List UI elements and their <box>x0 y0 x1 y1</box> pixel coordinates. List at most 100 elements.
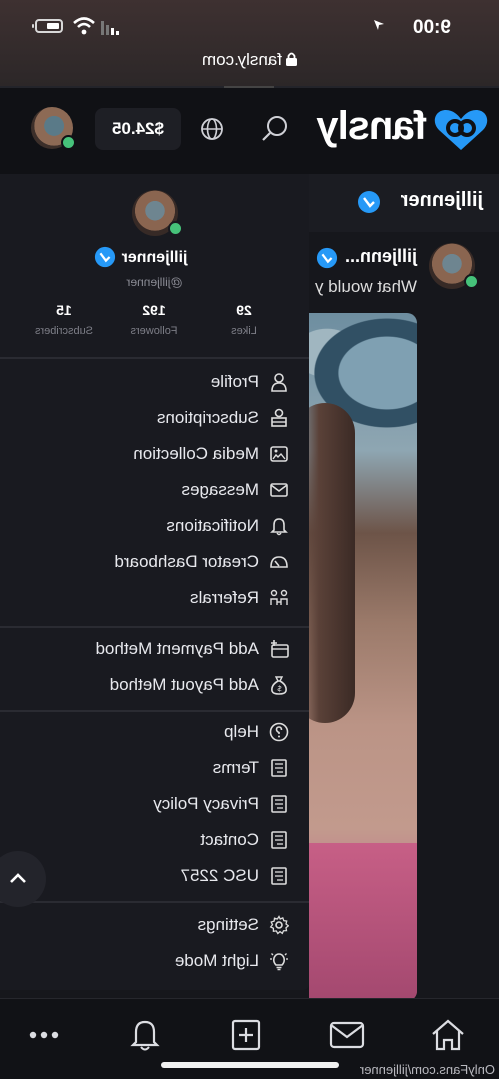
menu-item-label: Terms <box>212 758 259 777</box>
menu-item-add-payout-method[interactable]: $ Add Payout Method <box>0 667 309 703</box>
divider <box>0 901 309 903</box>
side-drawer: jilljenner @jilljenner 29 Likes 192 Foll… <box>0 174 309 990</box>
globe-icon[interactable] <box>200 117 224 141</box>
card-add-icon <box>271 640 289 658</box>
status-time: 9:00 <box>412 17 451 38</box>
signal-icon <box>101 21 119 35</box>
online-status-dot <box>168 221 183 236</box>
svg-text:$: $ <box>277 684 282 693</box>
drawer-avatar[interactable] <box>132 190 183 236</box>
bell-icon[interactable] <box>125 1018 165 1052</box>
money-bag-icon: $ <box>271 676 287 695</box>
status-bar <box>0 0 499 86</box>
fansly-logo-text[interactable]: fansly <box>317 104 427 149</box>
envelope-icon <box>270 483 288 497</box>
drawer-handle: @jilljenner <box>126 275 183 289</box>
stat-value: 192 <box>142 302 166 318</box>
verified-badge-icon <box>94 246 116 268</box>
help-icon <box>269 722 289 742</box>
menu-item-contact[interactable]: Contact <box>0 822 309 858</box>
home-icon[interactable] <box>428 1018 468 1052</box>
menu-item-label: USC 2257 <box>180 866 259 885</box>
document-icon <box>271 795 287 813</box>
menu-item-media-collection[interactable]: Media Collection <box>0 436 309 472</box>
menu-item-referrals[interactable]: Referrals <box>0 580 309 616</box>
menu-item-label: Light Mode <box>174 951 259 970</box>
bell-icon <box>270 518 288 536</box>
referrals-icon <box>270 589 288 605</box>
divider <box>0 710 309 712</box>
create-post-icon[interactable] <box>226 1018 266 1052</box>
home-indicator[interactable] <box>161 1062 339 1068</box>
post-avatar[interactable] <box>429 243 479 289</box>
post-image[interactable] <box>309 313 417 1001</box>
menu-item-terms[interactable]: Terms <box>0 750 309 786</box>
verified-badge-icon <box>358 191 380 213</box>
menu-item-privacy-policy[interactable]: Privacy Policy <box>0 786 309 822</box>
stat-value: 29 <box>236 302 252 318</box>
stat-followers[interactable]: 192 Followers <box>109 302 199 337</box>
balance-button[interactable]: $24.05 <box>95 108 181 150</box>
gear-icon <box>269 915 289 935</box>
menu-item-usc-2257[interactable]: USC 2257 <box>0 858 309 894</box>
menu-item-label: Contact <box>200 830 259 849</box>
menu-item-label: Settings <box>197 915 259 934</box>
menu-item-label: Messages <box>181 480 259 499</box>
header-divider <box>0 86 499 88</box>
post-caption: What would y <box>314 277 417 296</box>
menu-item-light-mode[interactable]: Light Mode <box>0 943 309 979</box>
menu-item-label: Add Payment Method <box>95 639 259 658</box>
divider <box>0 357 309 359</box>
subscriptions-icon <box>271 408 287 427</box>
stat-value: 15 <box>56 302 72 318</box>
battery-icon <box>35 19 63 33</box>
watermark-url: OnlyFans.com/jilljenner <box>359 1062 495 1077</box>
header-avatar[interactable] <box>31 107 76 150</box>
dashboard-icon <box>270 556 288 568</box>
divider <box>0 626 309 628</box>
online-status-dot <box>464 274 479 289</box>
stat-likes[interactable]: 29 Likes <box>199 302 289 337</box>
wifi-icon <box>73 17 95 35</box>
user-icon <box>271 373 287 392</box>
menu-item-creator-dashboard[interactable]: Creator Dashboard <box>0 544 309 580</box>
lock-icon <box>286 52 297 66</box>
search-icon[interactable] <box>261 114 289 142</box>
lightbulb-icon <box>270 953 288 971</box>
page: 9:00 fansly.com fansly $24.05 jilljenner… <box>0 0 499 1079</box>
stat-subscribers[interactable]: 15 Subscribers <box>19 302 109 337</box>
online-status-dot <box>61 135 76 150</box>
menu-item-label: Notifications <box>166 516 259 535</box>
document-icon <box>271 759 287 777</box>
stat-label: Likes <box>231 325 257 337</box>
menu-item-label: Creator Dashboard <box>114 552 259 571</box>
location-arrow-icon <box>374 20 384 30</box>
document-icon <box>271 831 287 849</box>
menu-item-label: Media Collection <box>133 444 259 463</box>
menu-item-settings[interactable]: Settings <box>0 907 309 943</box>
menu-item-label: Subscriptions <box>156 408 259 427</box>
more-dots-icon[interactable] <box>24 1018 64 1052</box>
menu-item-subscriptions[interactable]: Subscriptions <box>0 400 309 436</box>
document-icon <box>271 867 287 885</box>
verified-badge-icon <box>316 247 338 269</box>
menu-item-notifications[interactable]: Notifications <box>0 508 309 544</box>
menu-item-label: Profile <box>210 372 259 391</box>
post-author-name[interactable]: jilljenn... <box>345 246 417 267</box>
envelope-icon[interactable] <box>327 1018 367 1052</box>
stat-label: Subscribers <box>34 325 94 337</box>
chevron-up-icon <box>10 873 26 883</box>
mirrored-screen: 9:00 fansly.com fansly $24.05 jilljenner… <box>0 0 499 1079</box>
menu-item-label: Help <box>224 722 259 741</box>
menu-item-add-payment-method[interactable]: Add Payment Method <box>0 631 309 667</box>
balance-amount: $24.05 <box>112 119 164 138</box>
menu-item-label: Add Payout Method <box>109 675 259 694</box>
menu-item-label: Referrals <box>190 588 259 607</box>
menu-item-help[interactable]: Help <box>0 714 309 750</box>
menu-item-profile[interactable]: Profile <box>0 364 309 400</box>
fansly-logo-icon[interactable] <box>431 106 491 154</box>
menu-item-messages[interactable]: Messages <box>0 472 309 508</box>
drawer-display-name[interactable]: jilljenner <box>0 249 309 267</box>
profile-title: jilljenner <box>400 189 483 211</box>
url-bar-text[interactable]: fansly.com <box>202 50 282 70</box>
